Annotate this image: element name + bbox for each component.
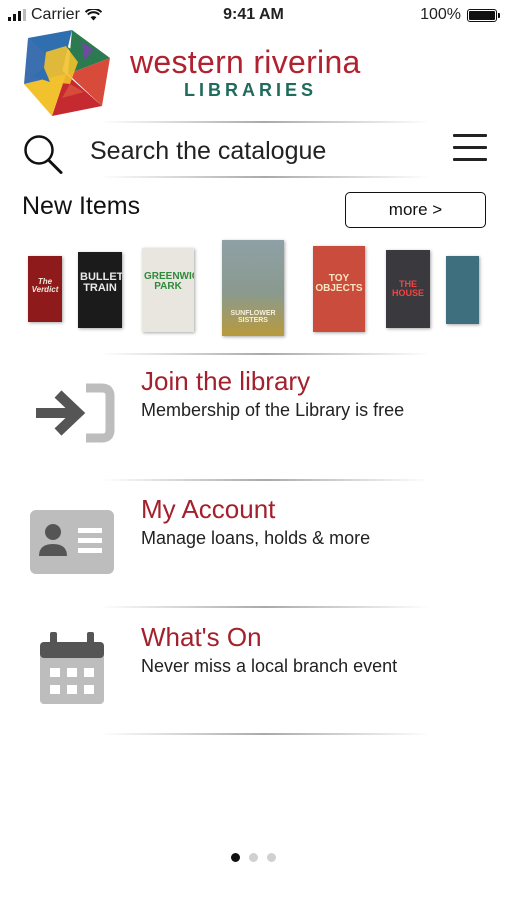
page-dot[interactable] xyxy=(249,853,258,862)
divider xyxy=(100,733,430,735)
sign-in-arrow-icon xyxy=(36,383,115,443)
book-cover[interactable] xyxy=(446,256,479,324)
book-cover[interactable]: GREENWICH PARK xyxy=(142,248,194,332)
divider xyxy=(100,176,430,178)
calendar-icon xyxy=(40,632,104,704)
book-cover[interactable]: TOY OBJECTS xyxy=(313,246,365,332)
page-dot[interactable] xyxy=(231,853,240,862)
page-indicator[interactable] xyxy=(0,853,507,862)
divider xyxy=(100,606,430,608)
id-card-icon xyxy=(30,510,114,574)
divider xyxy=(100,121,430,123)
new-items-title: New Items xyxy=(22,192,141,220)
new-items-carousel[interactable]: The Verdict BULLET TRAIN GREENWICH PARK … xyxy=(0,236,507,346)
whats-on-item[interactable]: What's On Never miss a local branch even… xyxy=(0,614,507,724)
book-cover[interactable]: BULLET TRAIN xyxy=(78,252,122,328)
my-account-item[interactable]: My Account Manage loans, holds & more xyxy=(0,486,507,596)
battery-icon xyxy=(467,8,500,22)
search-input[interactable] xyxy=(90,134,420,168)
library-logo-icon xyxy=(24,30,110,116)
search-icon[interactable] xyxy=(22,133,64,175)
more-button[interactable]: more > xyxy=(345,192,486,228)
book-cover[interactable]: SUNFLOWER SISTERS xyxy=(222,240,284,336)
brand-subtitle: LIBRARIES xyxy=(184,80,318,100)
page-dot[interactable] xyxy=(267,853,276,862)
book-cover[interactable]: THE HOUSE xyxy=(386,250,430,328)
battery-fill xyxy=(469,10,495,20)
book-cover[interactable]: The Verdict xyxy=(28,256,62,322)
entry-description: Manage loans, holds & more xyxy=(141,528,371,548)
hamburger-menu-icon[interactable] xyxy=(453,134,487,162)
entry-title: My Account xyxy=(141,494,276,524)
status-right: 100% xyxy=(420,6,500,24)
brand-name: western riverina xyxy=(130,44,361,80)
entry-description: Membership of the Library is free xyxy=(141,400,405,420)
join-library-item[interactable]: Join the library Membership of the Libra… xyxy=(0,358,507,468)
divider xyxy=(100,353,430,355)
entry-title: Join the library xyxy=(141,366,311,396)
battery-percent: 100% xyxy=(420,6,461,23)
divider xyxy=(100,479,430,481)
entry-description: Never miss a local branch event xyxy=(141,656,398,676)
status-bar: Carrier 9:41 AM 100% xyxy=(0,0,507,30)
entry-title: What's On xyxy=(141,622,262,652)
